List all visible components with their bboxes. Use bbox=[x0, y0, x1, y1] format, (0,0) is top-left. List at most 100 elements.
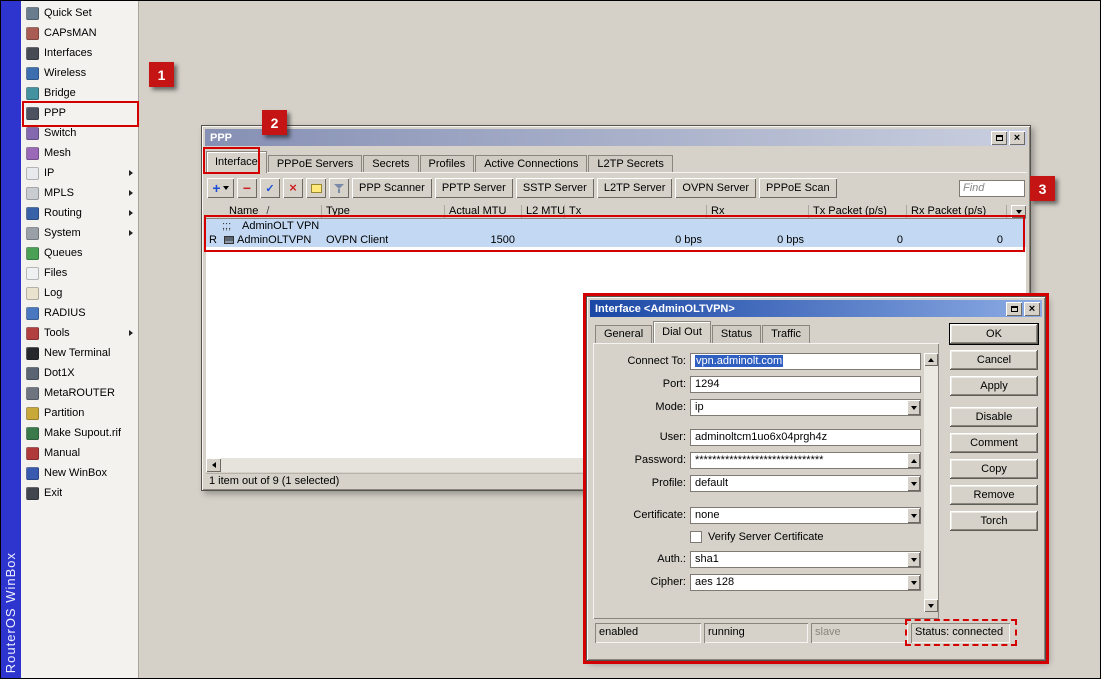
torch-button[interactable]: Torch bbox=[950, 511, 1038, 531]
comment-button[interactable] bbox=[306, 178, 326, 198]
disable-button[interactable]: Disable bbox=[950, 407, 1038, 427]
tab-dial-out[interactable]: Dial Out bbox=[653, 321, 711, 343]
sidebar-item-partition[interactable]: Partition bbox=[21, 403, 138, 423]
sidebar-item-system[interactable]: System bbox=[21, 223, 138, 243]
sidebar-item-switch[interactable]: Switch bbox=[21, 123, 138, 143]
certificate-field[interactable]: none bbox=[690, 507, 921, 524]
annotation-badge-1: 1 bbox=[149, 62, 174, 87]
pptp-server-button[interactable]: PPTP Server bbox=[435, 178, 513, 198]
tab-active-connections[interactable]: Active Connections bbox=[475, 155, 587, 173]
disable-button[interactable]: × bbox=[283, 178, 303, 198]
profile-field[interactable]: default bbox=[690, 475, 921, 492]
sidebar-item-log[interactable]: Log bbox=[21, 283, 138, 303]
mode-dropdown-button[interactable] bbox=[907, 400, 920, 415]
remove-button[interactable]: − bbox=[237, 178, 257, 198]
ppp-scanner-button[interactable]: PPP Scanner bbox=[352, 178, 432, 198]
sidebar-item-label: New Terminal bbox=[44, 347, 110, 359]
scroll-left-button[interactable] bbox=[206, 458, 221, 472]
auth-field[interactable]: sha1 bbox=[690, 551, 921, 568]
sstp-server-button[interactable]: SSTP Server bbox=[516, 178, 594, 198]
column-header-name[interactable]: Name/ bbox=[206, 205, 322, 218]
tab-interface[interactable]: Interface bbox=[206, 151, 267, 173]
port-field[interactable]: 1294 bbox=[690, 376, 921, 393]
maximize-button[interactable] bbox=[991, 131, 1007, 145]
find-input[interactable] bbox=[959, 180, 1025, 197]
tab-profiles[interactable]: Profiles bbox=[420, 155, 475, 173]
ovpn-server-button[interactable]: OVPN Server bbox=[675, 178, 756, 198]
filter-funnel-icon bbox=[334, 184, 344, 193]
sidebar-item-make-supout[interactable]: Make Supout.rif bbox=[21, 423, 138, 443]
certificate-dropdown-button[interactable] bbox=[907, 508, 920, 523]
connect-to-field[interactable]: vpn.adminolt.com bbox=[690, 353, 921, 370]
maximize-button[interactable] bbox=[1006, 302, 1022, 316]
sidebar-item-tools[interactable]: Tools bbox=[21, 323, 138, 343]
ppp-window-titlebar[interactable]: PPP × bbox=[205, 129, 1027, 146]
add-button[interactable]: + bbox=[207, 178, 234, 198]
user-field[interactable]: adminoltcm1uo6x04prgh4z bbox=[690, 429, 921, 446]
auth-dropdown-button[interactable] bbox=[907, 552, 920, 567]
table-row[interactable]: R AdminOLTVPN OVPN Client 1500 0 bps 0 b… bbox=[206, 233, 1026, 247]
column-header-rx[interactable]: Rx bbox=[707, 205, 809, 218]
verify-server-certificate-checkbox[interactable] bbox=[690, 531, 702, 543]
filter-button[interactable] bbox=[329, 178, 349, 198]
sidebar-item-mesh[interactable]: Mesh bbox=[21, 143, 138, 163]
apply-button[interactable]: Apply bbox=[950, 376, 1038, 396]
close-button[interactable]: × bbox=[1009, 131, 1025, 145]
dialog-title: Interface <AdminOLTVPN> bbox=[595, 303, 1004, 315]
comment-marker: ;;; bbox=[222, 219, 231, 233]
sidebar-item-quick-set[interactable]: Quick Set bbox=[21, 3, 138, 23]
sidebar-item-label: MetaROUTER bbox=[44, 387, 115, 399]
column-header-tx-packet[interactable]: Tx Packet (p/s) bbox=[809, 205, 907, 218]
sidebar-item-files[interactable]: Files bbox=[21, 263, 138, 283]
sidebar-item-exit[interactable]: Exit bbox=[21, 483, 138, 503]
tab-l2tp-secrets[interactable]: L2TP Secrets bbox=[588, 155, 672, 173]
comment-button[interactable]: Comment bbox=[950, 433, 1038, 453]
tab-general[interactable]: General bbox=[595, 325, 652, 343]
column-header-tx[interactable]: Tx bbox=[565, 205, 707, 218]
sidebar-item-metarouter[interactable]: MetaROUTER bbox=[21, 383, 138, 403]
ok-button[interactable]: OK bbox=[950, 324, 1038, 344]
sidebar-item-interfaces[interactable]: Interfaces bbox=[21, 43, 138, 63]
table-row-comment[interactable]: ;;; AdminOLT VPN bbox=[206, 219, 1026, 233]
column-header-l2-mtu[interactable]: L2 MTU bbox=[522, 205, 565, 218]
sidebar-item-radius[interactable]: RADIUS bbox=[21, 303, 138, 323]
tab-status[interactable]: Status bbox=[712, 325, 761, 343]
sidebar-item-mpls[interactable]: MPLS bbox=[21, 183, 138, 203]
close-button[interactable]: × bbox=[1024, 302, 1040, 316]
cipher-field[interactable]: aes 128 bbox=[690, 574, 921, 591]
scroll-up-button[interactable] bbox=[924, 353, 938, 366]
password-field[interactable]: ****************************** bbox=[690, 452, 921, 469]
column-picker-button[interactable] bbox=[1011, 205, 1026, 218]
column-header-actual-mtu[interactable]: Actual MTU bbox=[445, 205, 522, 218]
l2tp-server-button[interactable]: L2TP Server bbox=[597, 178, 673, 198]
sidebar-item-dot1x[interactable]: Dot1X bbox=[21, 363, 138, 383]
sidebar-item-bridge[interactable]: Bridge bbox=[21, 83, 138, 103]
sidebar-item-new-winbox[interactable]: New WinBox bbox=[21, 463, 138, 483]
sidebar-item-wireless[interactable]: Wireless bbox=[21, 63, 138, 83]
sidebar-item-ip[interactable]: IP bbox=[21, 163, 138, 183]
scroll-down-button[interactable] bbox=[924, 599, 938, 612]
sidebar-item-capsman[interactable]: CAPsMAN bbox=[21, 23, 138, 43]
sidebar-item-routing[interactable]: Routing bbox=[21, 203, 138, 223]
profile-dropdown-button[interactable] bbox=[907, 476, 920, 491]
column-header-type[interactable]: Type bbox=[322, 205, 445, 218]
tab-pppoe-servers[interactable]: PPPoE Servers bbox=[268, 155, 362, 173]
enable-button[interactable]: ✓ bbox=[260, 178, 280, 198]
sidebar-item-new-terminal[interactable]: New Terminal bbox=[21, 343, 138, 363]
cancel-button[interactable]: Cancel bbox=[950, 350, 1038, 370]
sidebar-item-manual[interactable]: Manual bbox=[21, 443, 138, 463]
form-scrollbar[interactable] bbox=[924, 353, 938, 612]
copy-button[interactable]: Copy bbox=[950, 459, 1038, 479]
tab-secrets[interactable]: Secrets bbox=[363, 155, 418, 173]
sidebar-item-queues[interactable]: Queues bbox=[21, 243, 138, 263]
sidebar: Quick Set CAPsMAN Interfaces Wireless Br… bbox=[21, 1, 139, 678]
pppoe-scan-button[interactable]: PPPoE Scan bbox=[759, 178, 837, 198]
dialog-titlebar[interactable]: Interface <AdminOLTVPN> × bbox=[590, 300, 1042, 317]
remove-button[interactable]: Remove bbox=[950, 485, 1038, 505]
tab-traffic[interactable]: Traffic bbox=[762, 325, 810, 343]
cipher-dropdown-button[interactable] bbox=[907, 575, 920, 590]
column-header-rx-packet[interactable]: Rx Packet (p/s) bbox=[907, 205, 1007, 218]
mode-field[interactable]: ip bbox=[690, 399, 921, 416]
password-reveal-button[interactable] bbox=[907, 453, 920, 468]
sidebar-item-ppp[interactable]: PPP bbox=[21, 103, 138, 123]
